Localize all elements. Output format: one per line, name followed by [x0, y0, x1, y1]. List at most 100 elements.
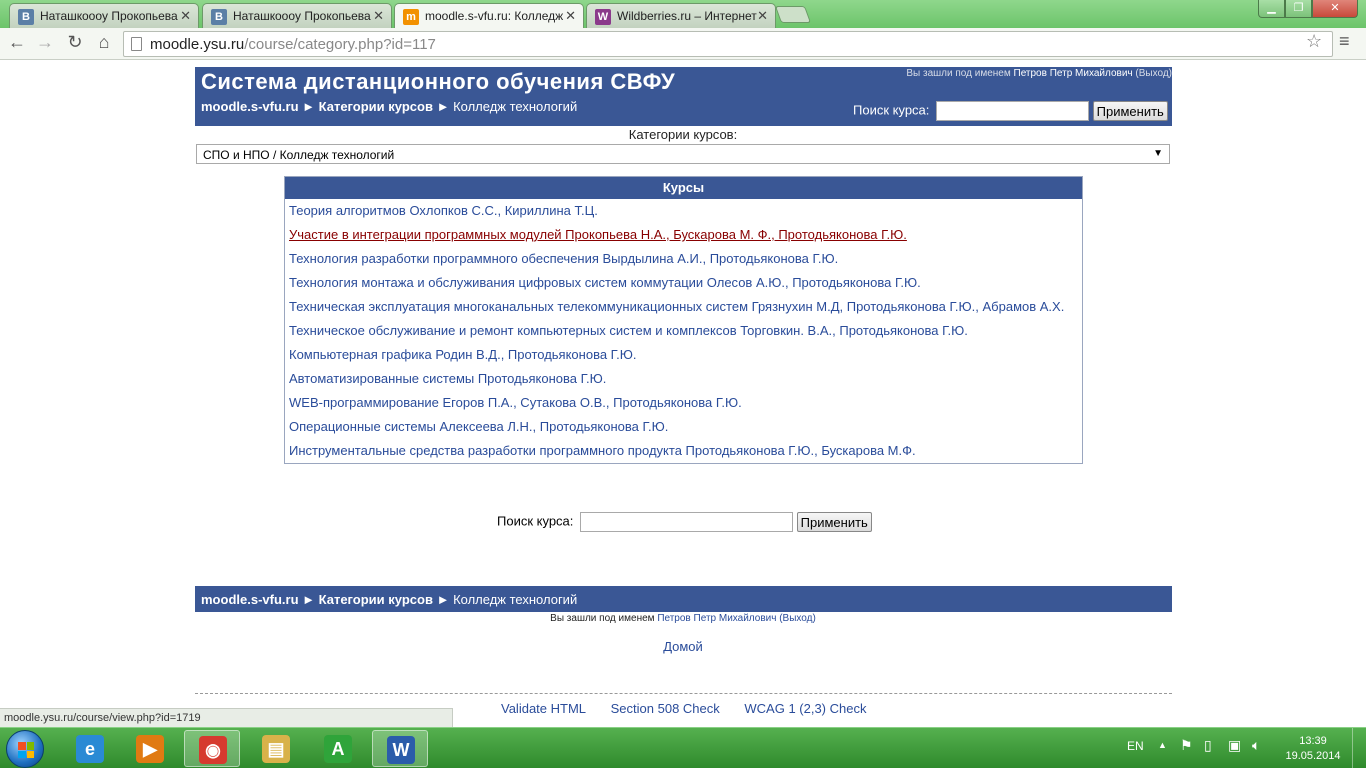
address-bar[interactable]: moodle.ysu.ru/course/category.php?id=117 — [123, 31, 1333, 57]
maximize-button[interactable]: ❐ — [1285, 0, 1312, 18]
breadcrumb-home[interactable]: moodle.s-vfu.ru — [201, 99, 299, 114]
taskbar-app-green-a-app[interactable]: A — [310, 730, 366, 767]
footer-breadcrumb: moodle.s-vfu.ru ► Категории курсов ► Кол… — [195, 586, 1172, 612]
breadcrumb-current: Колледж технологий — [453, 592, 578, 607]
clock[interactable]: 13:39 19.05.2014 — [1282, 734, 1344, 764]
login-user-link[interactable]: Петров Петр Михайлович — [657, 613, 776, 624]
language-indicator[interactable]: EN — [1127, 739, 1144, 753]
courses-block: Курсы Теория алгоритмов Охлопков С.С., К… — [284, 176, 1083, 464]
taskbar-app-internet-explorer[interactable]: e — [62, 730, 118, 767]
tab-favicon-icon: B — [211, 9, 227, 25]
logout-link[interactable]: (Выход) — [1135, 68, 1172, 79]
course-link[interactable]: Операционные системы Алексеева Л.Н., Про… — [289, 419, 668, 434]
course-link[interactable]: Участие в интеграции программных модулей… — [289, 227, 907, 242]
tab-title: Wildberries.ru – Интернет — [617, 9, 757, 23]
breadcrumb-sep: ► — [436, 99, 450, 114]
course-item: Теория алгоритмов Охлопков С.С., Кирилли… — [289, 203, 1078, 227]
tab-title: Наташкoooy Прокопьева — [233, 9, 371, 23]
wcag-link[interactable]: WCAG 1 (2,3) Check — [744, 701, 866, 716]
course-link[interactable]: Автоматизированные системы Протодьяконов… — [289, 371, 606, 386]
volume-icon[interactable]: 🔈︎ — [1252, 737, 1260, 754]
breadcrumb-home[interactable]: moodle.s-vfu.ru — [201, 592, 299, 607]
show-hidden-icons[interactable]: ▲ — [1158, 740, 1167, 750]
breadcrumb-current: Колледж технологий — [453, 99, 578, 114]
search-input-bottom[interactable] — [580, 512, 794, 532]
course-item: Участие в интеграции программных модулей… — [289, 227, 1078, 251]
course-link[interactable]: Компьютерная графика Родин В.Д., Протодь… — [289, 347, 636, 362]
search-apply-button-bottom[interactable]: Применить — [796, 512, 872, 532]
bottom-search: Поиск курса: Применить — [497, 512, 872, 532]
action-center-flag-icon[interactable]: ⚑ — [1180, 737, 1193, 754]
login-user-link[interactable]: Петров Петр Михайлович — [1014, 68, 1133, 79]
breadcrumb-sep: ► — [436, 592, 450, 607]
browser-tab[interactable]: B Наташкoooy Прокопьева ✕ — [9, 3, 199, 28]
course-item: Технология разработки программного обесп… — [289, 251, 1078, 275]
course-link[interactable]: Технология монтажа и обслуживания цифров… — [289, 275, 921, 290]
login-prefix: Вы зашли под именем — [906, 68, 1011, 79]
browser-tab[interactable]: W Wildberries.ru – Интернет ✕ — [586, 3, 776, 28]
breadcrumb-sep: ► — [302, 99, 316, 114]
course-link[interactable]: Инструментальные средства разработки про… — [289, 443, 916, 458]
course-item: Автоматизированные системы Протодьяконов… — [289, 371, 1078, 395]
course-link[interactable]: WEB-программирование Егоров П.А., Сутако… — [289, 395, 742, 410]
tab-favicon-icon: m — [403, 9, 419, 25]
back-arrow-icon[interactable]: ← — [6, 32, 28, 53]
home-link[interactable]: Домой — [0, 639, 1366, 654]
show-desktop-button[interactable] — [1352, 728, 1366, 768]
minimize-button[interactable]: ▁ — [1258, 0, 1285, 18]
network-icon[interactable]: ▣ — [1228, 737, 1241, 754]
breadcrumb-categories[interactable]: Категории курсов — [319, 592, 433, 607]
category-label: Категории курсов: — [628, 127, 738, 142]
course-link[interactable]: Техническое обслуживание и ремонт компью… — [289, 323, 968, 338]
search-label: Поиск курса: — [497, 513, 574, 529]
moodle-header: Система дистанционного обучения СВФУ moo… — [195, 67, 1172, 126]
close-window-button[interactable]: ✕ — [1312, 0, 1358, 18]
tab-title: Наташкoooy Прокопьева — [40, 9, 178, 23]
green-a-app-icon: A — [324, 735, 352, 763]
new-tab-button[interactable] — [774, 6, 812, 23]
course-link[interactable]: Технология разработки программного обесп… — [289, 251, 838, 266]
taskbar-app-media-player[interactable]: ▶ — [122, 730, 178, 767]
page-content: Система дистанционного обучения СВФУ moo… — [0, 61, 1366, 727]
reload-icon[interactable]: ↻ — [64, 32, 86, 53]
section-508-link[interactable]: Section 508 Check — [611, 701, 720, 716]
browser-tab[interactable]: m moodle.s-vfu.ru: Колледж ✕ — [394, 3, 584, 29]
header-search: Поиск курса: Применить — [853, 101, 1168, 121]
url-path: /course/category.php?id=117 — [244, 36, 436, 53]
forward-arrow-icon[interactable]: → — [34, 32, 56, 53]
bookmark-star-icon[interactable]: ☆ — [1306, 31, 1322, 52]
tab-title: moodle.s-vfu.ru: Колледж — [425, 9, 564, 23]
start-button[interactable] — [6, 730, 44, 768]
internet-explorer-icon: e — [76, 735, 104, 763]
breadcrumb: moodle.s-vfu.ru ► Категории курсов ► Кол… — [201, 99, 577, 114]
taskbar-app-word[interactable]: W — [372, 730, 428, 767]
search-input[interactable] — [936, 101, 1090, 121]
category-select[interactable]: СПО и НПО / Колледж технологий ▼ — [196, 144, 1170, 164]
url-host: moodle.ysu.ru — [150, 36, 245, 53]
breadcrumb-categories[interactable]: Категории курсов — [319, 99, 433, 114]
tab-close-icon[interactable]: ✕ — [180, 8, 191, 24]
course-item: Техническое обслуживание и ремонт компью… — [289, 323, 1078, 347]
tab-close-icon[interactable]: ✕ — [757, 8, 768, 24]
clock-time: 13:39 — [1299, 735, 1327, 747]
device-icon[interactable]: ▯ — [1204, 737, 1212, 754]
browser-tab[interactable]: B Наташкoooy Прокопьева ✕ — [202, 3, 392, 28]
browser-titlebar: B Наташкoooy Прокопьева ✕ B Наташкoooy Проко… — [0, 0, 1366, 29]
tab-favicon-icon: W — [595, 9, 611, 25]
home-icon[interactable]: ⌂ — [93, 32, 115, 53]
course-item: Операционные системы Алексеева Л.Н., Про… — [289, 419, 1078, 443]
chrome-menu-icon[interactable]: ≡ — [1339, 31, 1350, 52]
validate-html-link[interactable]: Validate HTML — [501, 701, 586, 716]
course-item: WEB-программирование Егоров П.А., Сутако… — [289, 395, 1078, 419]
course-list: Теория алгоритмов Охлопков С.С., Кирилли… — [285, 199, 1082, 467]
course-link[interactable]: Техническая эксплуатация многоканальных … — [289, 299, 1064, 314]
browser-toolbar: ← → ↻ ⌂ moodle.ysu.ru/course/category.ph… — [0, 28, 1366, 60]
taskbar-app-chrome[interactable]: ◉ — [184, 730, 240, 767]
tab-close-icon[interactable]: ✕ — [373, 8, 384, 24]
course-link[interactable]: Теория алгоритмов Охлопков С.С., Кирилли… — [289, 203, 598, 218]
search-apply-button[interactable]: Применить — [1092, 101, 1168, 121]
taskbar-app-file-explorer[interactable]: ▤ — [248, 730, 304, 767]
tab-close-icon[interactable]: ✕ — [565, 8, 576, 24]
word-icon: W — [387, 736, 415, 764]
logout-link[interactable]: (Выход) — [779, 613, 816, 624]
